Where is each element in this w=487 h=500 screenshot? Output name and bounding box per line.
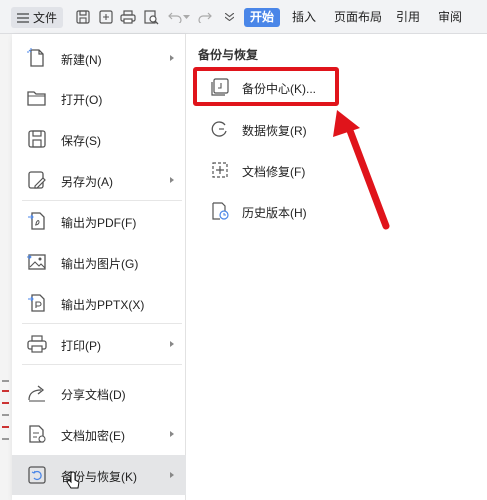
submenu-item-label: 历史版本(H) (242, 206, 307, 220)
print-icon (27, 335, 47, 353)
menu-item-label: 文档加密(E) (61, 429, 125, 443)
file-menu-button[interactable]: 文件 (11, 7, 63, 28)
chevron-right-icon (170, 341, 174, 347)
menu-item-save[interactable]: 保存(S) (12, 119, 186, 159)
undo-dropdown-icon[interactable] (181, 8, 191, 26)
save-icon (28, 130, 46, 148)
chevron-right-icon (170, 472, 174, 478)
menu-item-label: 输出为图片(G) (61, 257, 139, 271)
redo-icon[interactable] (196, 8, 214, 26)
tab-review[interactable]: 审阅 (432, 8, 468, 27)
tab-page-layout[interactable]: 页面布局 (328, 8, 388, 27)
annotation-highlight-box (193, 67, 339, 106)
dropdown-icon[interactable] (220, 8, 238, 26)
document-repair-icon (212, 162, 228, 178)
menu-item-label: 输出为PPTX(X) (61, 298, 145, 312)
menu-item-label: 打印(P) (61, 339, 101, 353)
mouse-cursor-icon (66, 471, 80, 489)
menu-item-export-pdf[interactable]: 输出为PDF(F) (12, 201, 186, 241)
submenu-item-data-recovery[interactable]: 数据恢复(R) (186, 112, 487, 146)
menu-item-label: 另存为(A) (61, 175, 113, 189)
submenu-title: 备份与恢复 (198, 48, 259, 62)
data-recovery-icon (211, 121, 227, 137)
chevron-right-icon (170, 431, 174, 437)
save-icon[interactable] (74, 8, 92, 26)
export-pptx-icon (28, 294, 45, 312)
menu-item-export-pptx[interactable]: 输出为PPTX(X) (12, 283, 186, 323)
menu-item-label: 打开(O) (61, 93, 103, 107)
submenu-item-document-repair[interactable]: 文档修复(F) (186, 153, 487, 187)
backup-restore-icon (28, 466, 46, 484)
menu-item-save-as[interactable]: 另存为(A) (12, 160, 186, 200)
menu-separator (22, 364, 182, 365)
save-as-icon (28, 171, 46, 189)
tab-home[interactable]: 开始 (244, 8, 281, 27)
menu-icon (17, 12, 29, 23)
chevron-right-icon (170, 55, 174, 61)
menu-item-export-image[interactable]: 输出为图片(G) (12, 242, 186, 282)
tab-insert[interactable]: 插入 (286, 8, 322, 27)
submenu-item-history-version[interactable]: 历史版本(H) (186, 194, 487, 228)
print-icon[interactable] (119, 8, 137, 26)
file-menu-label: 文件 (33, 11, 58, 25)
top-toolbar: 文件 开始 插入 页面布局 引用 审阅 (0, 0, 487, 34)
share-icon (28, 385, 45, 402)
menu-item-label: 新建(N) (61, 53, 102, 67)
menu-item-new[interactable]: 新建(N) (12, 38, 186, 78)
submenu-item-label: 文档修复(F) (242, 165, 306, 179)
document-edge (0, 34, 12, 500)
file-menu: 新建(N) 打开(O) 保存(S) 另存为(A) 输出为PDF(F) 输出为图片… (12, 34, 186, 500)
menu-item-share[interactable]: 分享文档(D) (12, 373, 186, 413)
history-version-icon (212, 202, 229, 220)
print-preview-icon[interactable] (142, 8, 160, 26)
export-icon[interactable] (97, 8, 115, 26)
submenu-item-label: 数据恢复(R) (242, 124, 307, 138)
encrypt-icon (29, 425, 46, 443)
menu-item-label: 分享文档(D) (61, 388, 126, 402)
menu-item-label: 输出为PDF(F) (61, 216, 137, 230)
export-pdf-icon (28, 212, 45, 230)
new-file-icon (27, 48, 44, 67)
menu-item-print[interactable]: 打印(P) (12, 324, 186, 364)
chevron-right-icon (170, 177, 174, 183)
menu-item-encrypt[interactable]: 文档加密(E) (12, 414, 186, 454)
tab-references[interactable]: 引用 (390, 8, 426, 27)
export-image-icon (27, 254, 46, 270)
menu-item-backup-restore[interactable]: 备份与恢复(K) (12, 455, 186, 495)
open-folder-icon (27, 91, 46, 106)
menu-item-label: 保存(S) (61, 134, 101, 148)
menu-item-open[interactable]: 打开(O) (12, 78, 186, 118)
